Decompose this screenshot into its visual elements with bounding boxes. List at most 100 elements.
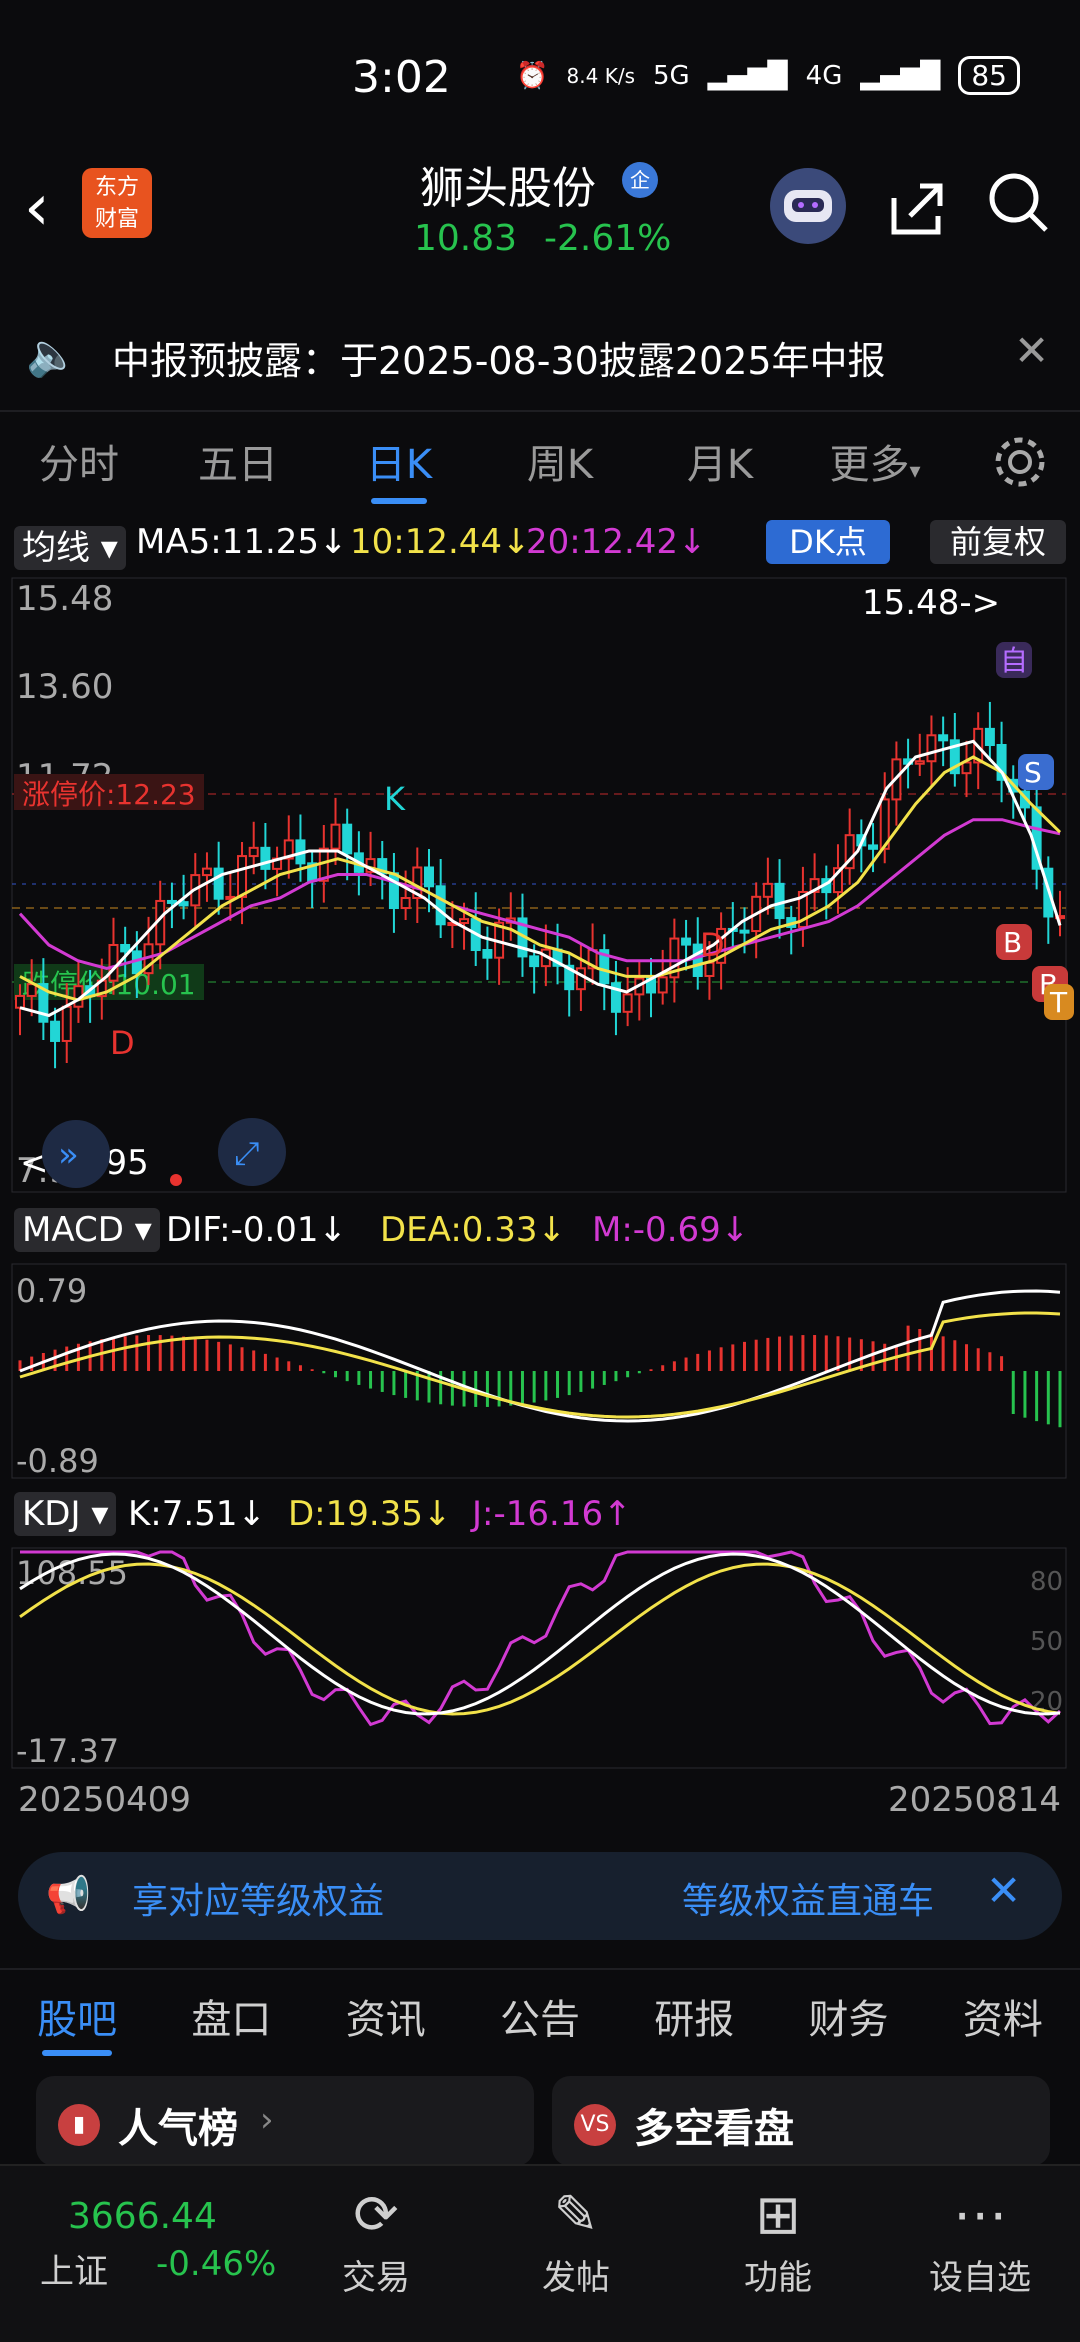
marker-k: K [384, 780, 406, 818]
popularity-title: 人气榜 [118, 2106, 238, 2152]
kdj-selector[interactable]: KDJ ▾ [14, 1492, 117, 1536]
candle-body [248, 846, 259, 858]
macd-m: M:-0.69↓ [592, 1210, 750, 1250]
candle-body [459, 918, 470, 925]
tab-guba[interactable]: 股吧 [37, 1970, 117, 2070]
kdj-y-top: 108.55 [16, 1554, 128, 1592]
candle-body [926, 734, 937, 763]
adjust-button[interactable]: 前复权 [930, 520, 1066, 564]
nav-post[interactable]: ✎ 发帖 [506, 2180, 646, 2299]
tab-news[interactable]: 资讯 [346, 1970, 426, 2070]
candle-body [657, 976, 668, 994]
long-short-card[interactable]: VS 多空看盘 [552, 2076, 1050, 2166]
ma5-value: MA5:11.25↓ [136, 522, 348, 562]
kdj-k: K:7.51↓ [128, 1494, 266, 1534]
candle-body [984, 727, 995, 747]
tab-day-k[interactable]: 日K [318, 420, 480, 510]
search-icon[interactable] [986, 170, 1050, 238]
stock-price: 10.83 [414, 218, 518, 259]
candle-body [423, 866, 434, 888]
nav-functions-label: 功能 [744, 2258, 812, 2298]
candle-body [237, 855, 248, 898]
candle-body [961, 761, 972, 775]
nav-trade-label: 交易 [342, 2258, 410, 2298]
date-start: 20250409 [18, 1780, 192, 1820]
candles [15, 701, 1065, 1069]
tab-research[interactable]: 研报 [654, 1970, 734, 2070]
macd-selector[interactable]: MACD ▾ [14, 1208, 160, 1252]
gear-glyph [995, 437, 1045, 487]
macd-y-bottom: -0.89 [16, 1442, 99, 1480]
ma-selector[interactable]: 均线 ▾ [14, 520, 126, 570]
candle-body [201, 867, 212, 877]
index-value[interactable]: 3666.44 [68, 2196, 217, 2237]
logo-line-1: 东方 [94, 175, 139, 200]
candle-body [178, 901, 189, 907]
stock-name[interactable]: 狮头股份 [420, 152, 596, 216]
macd-dea: DEA:0.33↓ [380, 1210, 566, 1250]
marker-s: S [1024, 756, 1042, 789]
signal-5g: 5G [652, 60, 690, 91]
marker-d-1: D [110, 1024, 135, 1062]
expand-icon: ⤢ [234, 1134, 260, 1172]
nav-functions[interactable]: ⊞ 功能 [708, 2180, 848, 2299]
tab-timeshare[interactable]: 分时 [0, 420, 158, 510]
speaker-icon: 🔈 [26, 330, 79, 379]
share-icon[interactable] [884, 176, 948, 254]
popularity-card[interactable]: ▮ 人气榜 › [36, 2076, 534, 2166]
tab-week-k[interactable]: 周K [480, 420, 640, 510]
nav-add-watchlist[interactable]: ⋯ 设自选 [910, 2180, 1050, 2299]
ai-robot-icon[interactable] [770, 168, 846, 244]
robot-glyph [784, 190, 832, 222]
candle-body [15, 994, 25, 1009]
close-icon[interactable]: ✕ [986, 1866, 1021, 1915]
eastmoney-logo: 东方 财富 [82, 168, 152, 238]
kdj-frame [11, 1547, 1067, 1769]
gear-icon[interactable] [990, 432, 1050, 496]
double-chevron-icon: » [58, 1135, 79, 1175]
kdj-chart[interactable]: 108.55 -17.37 80 50 20 [0, 1544, 1080, 1772]
promo-text: 享对应等级权益 [132, 1881, 385, 1922]
stock-change: -2.61% [544, 218, 672, 259]
share-glyph [891, 183, 943, 235]
candle-body [681, 937, 692, 946]
grid-icon: ⊞ [755, 2183, 801, 2246]
notice-text[interactable]: 中报预披露：于2025-08-30披露2025年中报 [112, 330, 886, 385]
tab-finance[interactable]: 财务 [809, 1970, 889, 2070]
date-end: 20250814 [888, 1780, 1062, 1820]
tab-more[interactable]: 更多▾ [800, 420, 950, 510]
close-icon[interactable]: ✕ [1014, 326, 1049, 375]
index-change: -0.46% [156, 2244, 277, 2284]
max-marker: 15.48-> [862, 583, 1000, 623]
megaphone-icon: 📢 [46, 1875, 91, 1916]
kline-chart[interactable]: 15.48 13.60 11.72 7.95 涨停价:12.23 跌停价:10.… [0, 574, 1080, 1200]
tab-profile[interactable]: 资料 [963, 1970, 1043, 2070]
yen-icon: ⟳ [353, 2183, 399, 2246]
nav-trade[interactable]: ⟳ 交易 [306, 2180, 446, 2299]
macd-y-top: 0.79 [16, 1272, 87, 1310]
candle-body [435, 885, 446, 926]
promo-link[interactable]: 等级权益直通车 [682, 1872, 934, 1924]
tab-pankou[interactable]: 盘口 [191, 1970, 271, 2070]
search-glyph [989, 173, 1048, 232]
candle-body [482, 949, 493, 959]
candle-body [108, 943, 119, 982]
battery-icon: 85 [958, 56, 1020, 95]
candle-body [61, 1005, 72, 1042]
clock: 3:02 [352, 52, 451, 103]
candle-body [213, 867, 224, 900]
back-icon[interactable]: ‹ [24, 176, 50, 240]
logo-line-2: 财富 [94, 207, 139, 232]
limit-up-label: 涨停价:12.23 [22, 778, 196, 811]
dk-point-button[interactable]: DK点 [766, 520, 890, 564]
candle-body [260, 846, 271, 870]
candle-body [704, 961, 715, 977]
tab-five-day[interactable]: 五日 [158, 420, 318, 510]
tab-month-k[interactable]: 月K [640, 420, 800, 510]
tab-announcement[interactable]: 公告 [500, 1970, 580, 2070]
dea-line [19, 1311, 1061, 1419]
macd-chart[interactable]: 0.79 -0.89 [0, 1260, 1080, 1482]
vs-icon: VS [574, 2104, 616, 2146]
candle-body [868, 844, 879, 850]
ma20-value: 20:12.42↓ [526, 522, 707, 562]
